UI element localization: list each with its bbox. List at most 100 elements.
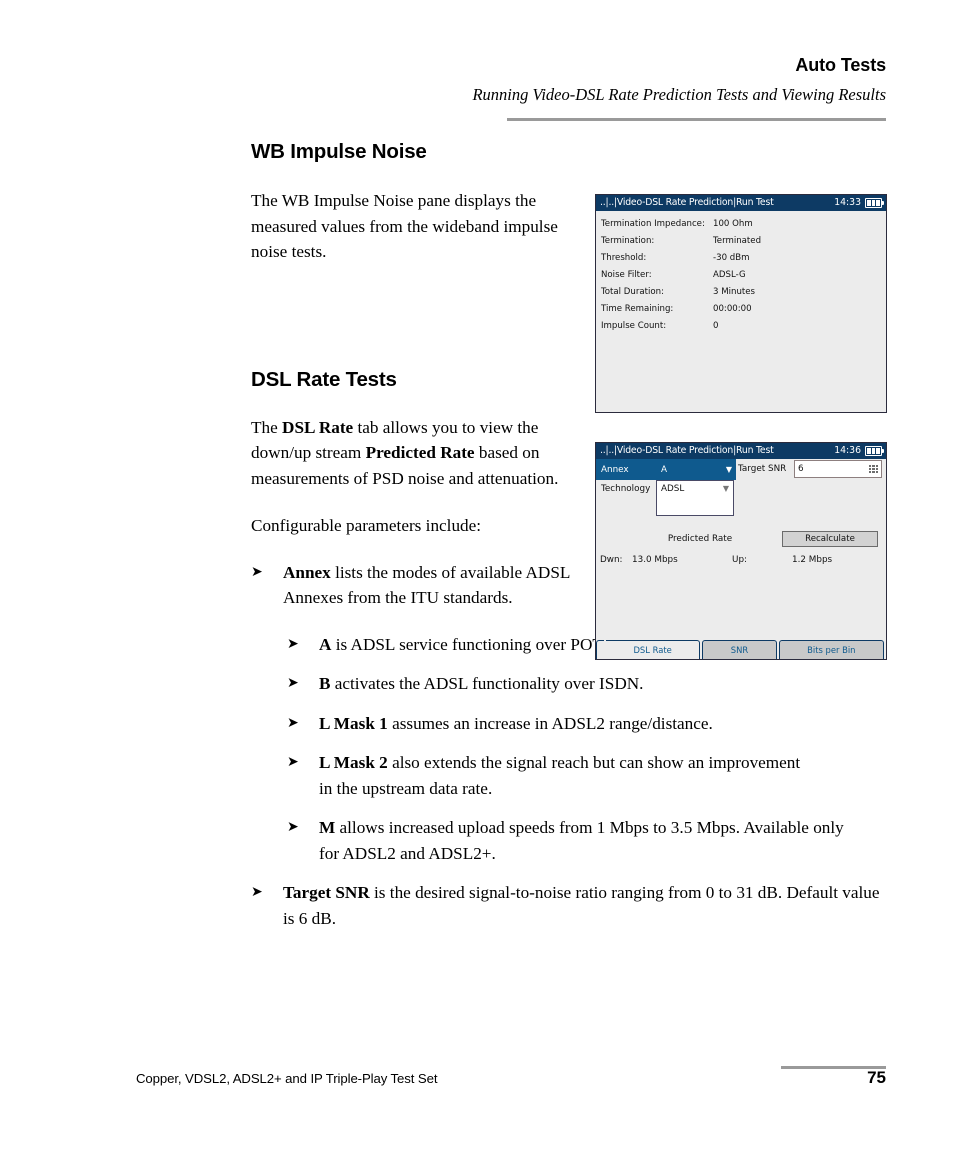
heading-wb-impulse-noise: WB Impulse Noise xyxy=(251,140,427,163)
bullet-target-snr-text: Target SNR is the desired signal-to-nois… xyxy=(283,880,891,931)
row-label: Termination: xyxy=(601,236,655,246)
device-clock: 14:36 xyxy=(834,445,861,456)
paragraph-configurable-parameters: Configurable parameters include: xyxy=(251,516,482,535)
device-tab-bar: DSL Rate SNR Bits per Bin xyxy=(596,638,886,659)
row-value: Terminated xyxy=(713,236,762,246)
row-value: -30 dBm xyxy=(713,253,750,263)
device-status-area: 14:33 xyxy=(834,195,885,211)
arrow-bullet-icon: ➤ xyxy=(287,754,299,770)
arrow-bullet-icon: ➤ xyxy=(287,714,299,731)
annex-label: Annex xyxy=(601,464,629,475)
bullet-annex-text: Annex lists the modes of available ADSL … xyxy=(283,560,581,611)
row-value: 00:00:00 xyxy=(713,304,752,314)
para-prefix: The xyxy=(251,417,283,437)
bullet-target-snr-body: is the desired signal-to-noise ratio ran… xyxy=(283,883,880,928)
arrow-bullet-icon: ➤ xyxy=(287,675,299,691)
device-status-area: 14:36 xyxy=(834,443,885,459)
row-label: Termination Impedance: xyxy=(601,219,705,229)
annex-and-snr-row: Annex A ▼ Target SNR 6 xyxy=(596,459,886,480)
bullet-annex-b: ➤ B activates the ADSL functionality ove… xyxy=(287,671,887,697)
bullet-annex-m-term: M xyxy=(319,818,336,837)
device-breadcrumb: ..|..|Video-DSL Rate Prediction|Run Test xyxy=(600,197,774,208)
bullet-annex-a-term: A xyxy=(319,634,332,654)
bullet-l-mask-1-body: assumes an increase in ADSL2 range/dista… xyxy=(387,713,713,733)
target-snr-label: Target SNR xyxy=(738,464,787,474)
arrow-bullet-icon: ➤ xyxy=(251,563,263,580)
bullet-l-mask-1-text: L Mask 1 assumes an increase in ADSL2 ra… xyxy=(319,711,887,737)
target-snr-value: 6 xyxy=(798,464,804,474)
arrow-bullet-icon: ➤ xyxy=(251,884,263,900)
page-title: Auto Tests xyxy=(795,55,886,75)
tab-snr[interactable]: SNR xyxy=(702,640,777,659)
list-item: Threshold: -30 dBm xyxy=(601,250,886,267)
device-body: Annex A ▼ Target SNR 6 Technology ADSL ▼… xyxy=(596,459,886,659)
footer-product-name: Copper, VDSL2, ADSL2+ and IP Triple-Play… xyxy=(136,1071,438,1086)
bullet-annex-m: ➤ M allows increased upload speeds from … xyxy=(287,815,847,866)
list-item: Noise Filter: ADSL-G xyxy=(601,267,886,284)
bullet-l-mask-2-text: L Mask 2 also extends the signal reach b… xyxy=(319,750,807,801)
downstream-value: 13.0 Mbps xyxy=(632,555,678,565)
predicted-rate-values-row: Dwn: 13.0 Mbps Up: 1.2 Mbps xyxy=(596,551,886,569)
row-label: Total Duration: xyxy=(601,287,665,297)
arrow-bullet-icon: ➤ xyxy=(287,635,299,652)
page-subtitle: Running Video-DSL Rate Prediction Tests … xyxy=(472,85,886,104)
bullet-l-mask-1-term: L Mask 1 xyxy=(319,713,388,733)
impulse-noise-readout-list: Termination Impedance: 100 Ohm Terminati… xyxy=(596,211,886,335)
header-divider xyxy=(507,118,886,121)
device-breadcrumb: ..|..|Video-DSL Rate Prediction|Run Test xyxy=(600,445,774,456)
list-item: Termination: Terminated xyxy=(601,233,886,250)
row-label: Impulse Count: xyxy=(601,321,667,331)
bullet-l-mask-2-term: L Mask 2 xyxy=(319,753,388,772)
bullet-annex-a-body: is ADSL service functioning over POTS. xyxy=(331,634,617,654)
keypad-grip-icon[interactable] xyxy=(869,464,878,474)
bullet-annex-m-body: allows increased upload speeds from 1 Mb… xyxy=(319,818,844,863)
target-snr-input[interactable]: 6 xyxy=(794,460,882,478)
row-value: 0 xyxy=(713,321,719,331)
bullet-target-snr: ➤ Target SNR is the desired signal-to-no… xyxy=(251,880,891,931)
list-item: Total Duration: 3 Minutes xyxy=(601,284,886,301)
bullet-annex-b-body: activates the ADSL functionality over IS… xyxy=(330,674,644,693)
para-bold-dsl-rate: DSL Rate xyxy=(282,417,354,437)
list-item: Impulse Count: 0 xyxy=(601,318,886,335)
page-number: 75 xyxy=(867,1068,886,1087)
bullet-annex-b-text: B activates the ADSL functionality over … xyxy=(319,671,887,697)
technology-value: ADSL xyxy=(661,484,685,494)
bullet-annex-term: Annex xyxy=(283,562,331,582)
annex-value: A xyxy=(661,464,668,475)
predicted-rate-header-row: Predicted Rate Recalculate xyxy=(596,529,886,549)
technology-label: Technology xyxy=(601,484,651,494)
chevron-down-icon: ▼ xyxy=(722,484,729,493)
device-screenshot-dsl-rate: ..|..|Video-DSL Rate Prediction|Run Test… xyxy=(595,442,887,660)
device-titlebar: ..|..|Video-DSL Rate Prediction|Run Test… xyxy=(596,443,886,459)
list-item: Termination Impedance: 100 Ohm xyxy=(601,216,886,233)
predicted-rate-section: Predicted Rate Recalculate Dwn: 13.0 Mbp… xyxy=(596,529,886,569)
row-label: Time Remaining: xyxy=(601,304,674,314)
tab-bar-edge xyxy=(596,640,604,659)
bullet-annex: ➤ Annex lists the modes of available ADS… xyxy=(251,560,581,611)
annex-dropdown[interactable]: Annex A ▼ xyxy=(596,459,736,480)
row-value: 3 Minutes xyxy=(713,287,756,297)
row-label: Noise Filter: xyxy=(601,270,652,280)
device-clock: 14:33 xyxy=(834,197,861,208)
para-bold-predicted-rate: Predicted Rate xyxy=(365,443,475,462)
technology-row: Technology ADSL ▼ xyxy=(596,480,886,516)
tab-dsl-rate[interactable]: DSL Rate xyxy=(606,640,701,659)
list-item: Time Remaining: 00:00:00 xyxy=(601,301,886,318)
bullet-l-mask-2: ➤ L Mask 2 also extends the signal reach… xyxy=(287,750,807,801)
predicted-rate-label: Predicted Rate xyxy=(667,534,733,544)
row-value: 100 Ohm xyxy=(713,219,753,229)
upstream-label: Up: xyxy=(732,555,747,565)
upstream-value: 1.2 Mbps xyxy=(792,555,833,565)
paragraph-dsl-rate-tests: The DSL Rate tab allows you to view the … xyxy=(251,415,581,492)
row-label: Threshold: xyxy=(601,253,647,263)
bullet-l-mask-2-body: also extends the signal reach but can sh… xyxy=(319,753,801,798)
downstream-label: Dwn: xyxy=(600,555,623,565)
battery-icon xyxy=(865,446,885,456)
row-value: ADSL-G xyxy=(713,270,746,280)
tab-bits-per-bin[interactable]: Bits per Bin xyxy=(778,640,884,659)
page-header: Auto Tests Running Video-DSL Rate Predic… xyxy=(0,0,954,130)
recalculate-button[interactable]: Recalculate xyxy=(782,531,878,547)
bullet-target-snr-term: Target SNR xyxy=(283,883,370,902)
technology-dropdown[interactable]: ADSL ▼ xyxy=(656,480,734,516)
device-screenshot-wb-impulse-noise: ..|..|Video-DSL Rate Prediction|Run Test… xyxy=(595,194,887,413)
